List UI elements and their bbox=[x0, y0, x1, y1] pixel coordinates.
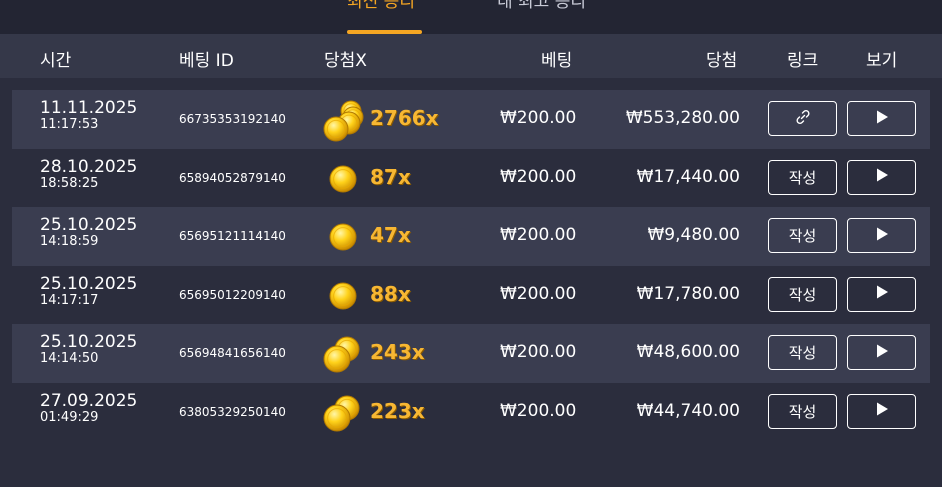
coin-stack-icon bbox=[320, 98, 366, 142]
row-bet-id: 63805329250140 bbox=[179, 404, 286, 419]
row-multiplier: 47x bbox=[370, 223, 411, 248]
link-button[interactable]: 작성 bbox=[768, 276, 837, 312]
row-time: 18:58:25 bbox=[40, 175, 99, 191]
play-icon bbox=[874, 167, 890, 187]
row-time: 14:17:17 bbox=[40, 292, 99, 308]
row-multiplier: 87x bbox=[370, 164, 411, 189]
row-date: 28.10.2025 bbox=[40, 156, 138, 177]
link-button-label: 작성 bbox=[788, 285, 817, 304]
link-button[interactable]: 작성 bbox=[768, 159, 837, 195]
play-icon bbox=[874, 109, 890, 129]
row-bet-amount: ₩200.00 bbox=[500, 400, 577, 421]
row-date: 27.09.2025 bbox=[40, 390, 138, 411]
row-time: 14:18:59 bbox=[40, 234, 99, 250]
row-multiplier: 88x bbox=[370, 281, 411, 306]
row-bet-id: 65894052879140 bbox=[179, 170, 286, 185]
row-multiplier: 243x bbox=[370, 340, 425, 365]
row-bet-id: 65694841656140 bbox=[179, 346, 286, 361]
play-icon bbox=[874, 401, 890, 421]
link-button-label: 작성 bbox=[788, 344, 817, 363]
row-time: 11:17:53 bbox=[40, 117, 99, 132]
row-bet-id: 65695121114140 bbox=[179, 229, 286, 244]
play-icon bbox=[874, 343, 890, 363]
play-button[interactable] bbox=[847, 218, 916, 254]
row-time: 01:49:29 bbox=[40, 409, 99, 425]
table-row: 25.10.2025 14:17:17 65695012209140 88x ₩… bbox=[12, 265, 930, 325]
row-date: 11.11.2025 bbox=[40, 98, 138, 118]
coin-icon bbox=[320, 157, 366, 201]
header-time: 시간 bbox=[40, 51, 72, 71]
header-bet: 베팅 bbox=[541, 51, 573, 71]
row-bet-amount: ₩200.00 bbox=[500, 225, 577, 246]
play-icon bbox=[874, 284, 890, 304]
row-win-amount: ₩17,780.00 bbox=[636, 283, 740, 304]
header-multiplier: 당첨X bbox=[324, 51, 367, 71]
row-multiplier: 223x bbox=[370, 398, 425, 423]
table-row: 25.10.2025 14:14:50 65694841656140 243x … bbox=[12, 324, 930, 383]
row-win-amount: ₩48,600.00 bbox=[636, 342, 740, 363]
table-row: 28.10.2025 18:58:25 65894052879140 87x ₩… bbox=[12, 148, 930, 208]
row-time: 14:14:50 bbox=[40, 351, 99, 367]
play-icon bbox=[874, 226, 890, 246]
row-bet-amount: ₩200.00 bbox=[500, 108, 577, 128]
row-date: 25.10.2025 bbox=[40, 273, 138, 294]
row-win-amount: ₩553,280.00 bbox=[625, 108, 740, 128]
coin-icon bbox=[320, 215, 366, 259]
row-bet-amount: ₩200.00 bbox=[500, 166, 577, 187]
coin-pair-icon bbox=[320, 391, 366, 435]
link-icon bbox=[794, 108, 812, 130]
link-button[interactable]: 작성 bbox=[768, 335, 837, 371]
table-row: 11.11.2025 11:17:53 66735353192140 2766x… bbox=[12, 90, 930, 149]
link-button-label: 작성 bbox=[788, 168, 817, 187]
tab-latest-wins[interactable]: 최신 승리 bbox=[347, 0, 415, 12]
tab-bar: 최신 승리 내 최고 승리 bbox=[0, 0, 942, 34]
header-win: 당첨 bbox=[706, 51, 738, 71]
row-bet-amount: ₩200.00 bbox=[500, 283, 577, 304]
row-win-amount: ₩44,740.00 bbox=[636, 400, 740, 421]
play-button[interactable] bbox=[847, 335, 916, 371]
link-button-label: 작성 bbox=[788, 227, 817, 246]
row-bet-id: 65695012209140 bbox=[179, 287, 286, 302]
row-win-amount: ₩17,440.00 bbox=[636, 166, 740, 187]
row-date: 25.10.2025 bbox=[40, 215, 138, 236]
table-header: 시간 베팅 ID 당첨X 베팅 당첨 링크 보기 bbox=[0, 34, 942, 78]
row-bet-amount: ₩200.00 bbox=[500, 342, 577, 363]
play-button[interactable] bbox=[847, 393, 916, 429]
play-button[interactable] bbox=[847, 159, 916, 195]
row-multiplier: 2766x bbox=[370, 106, 439, 130]
link-button[interactable] bbox=[768, 101, 837, 136]
header-bet-id: 베팅 ID bbox=[179, 51, 234, 71]
row-win-amount: ₩9,480.00 bbox=[647, 225, 740, 246]
play-button[interactable] bbox=[847, 101, 916, 136]
link-button[interactable]: 작성 bbox=[768, 218, 837, 254]
row-date: 25.10.2025 bbox=[40, 332, 138, 353]
coin-pair-icon bbox=[320, 332, 366, 376]
table-row: 25.10.2025 14:18:59 65695121114140 47x ₩… bbox=[12, 207, 930, 266]
header-view: 보기 bbox=[866, 51, 898, 71]
link-button-label: 작성 bbox=[788, 402, 817, 421]
tab-my-top-wins[interactable]: 내 최고 승리 bbox=[497, 0, 586, 12]
row-bet-id: 66735353192140 bbox=[179, 112, 286, 126]
header-link: 링크 bbox=[787, 51, 819, 71]
coin-icon bbox=[320, 274, 366, 318]
link-button[interactable]: 작성 bbox=[768, 393, 837, 429]
table-row: 27.09.2025 01:49:29 63805329250140 223x … bbox=[12, 382, 930, 442]
wins-table-body: 11.11.2025 11:17:53 66735353192140 2766x… bbox=[12, 90, 930, 442]
play-button[interactable] bbox=[847, 276, 916, 312]
